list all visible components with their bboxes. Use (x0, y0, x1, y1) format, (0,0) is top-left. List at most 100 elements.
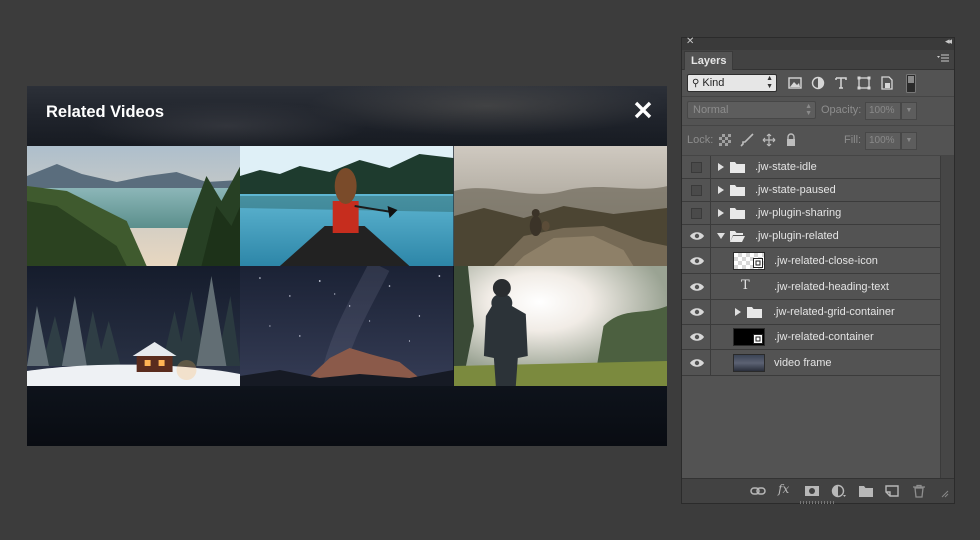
collapse-icon[interactable]: ◂◂ (945, 36, 952, 47)
blend-row: Normal ▲ ▼ Opacity: 100% ▼ (682, 98, 954, 126)
shape-filter-icon[interactable] (856, 75, 872, 91)
related-thumbnail[interactable] (453, 146, 667, 266)
new-layer-icon[interactable] (884, 484, 900, 498)
search-icon: ⚲ (692, 78, 700, 89)
filter-kind-label: Kind (702, 77, 725, 89)
panel-tabbar: Layers (682, 50, 954, 70)
layer-name: .jw-plugin-sharing (755, 207, 842, 219)
eye-icon (690, 358, 704, 367)
eye-icon (690, 282, 704, 291)
lock-pixels-icon[interactable] (740, 133, 754, 147)
related-thumbnail[interactable] (27, 266, 241, 386)
visibility-toggle[interactable] (682, 325, 711, 349)
resize-grip-icon[interactable] (939, 488, 949, 498)
layer-row[interactable]: .jw-state-idle (682, 156, 940, 179)
layer-row[interactable]: T .jw-related-heading-text (682, 274, 940, 300)
lock-position-icon[interactable] (762, 133, 776, 147)
fill-label: Fill: (844, 134, 862, 146)
folder-icon (730, 162, 745, 173)
eye-icon (690, 333, 704, 341)
close-panel-icon[interactable]: ✕ (686, 36, 694, 47)
opacity-dropdown[interactable]: ▼ (901, 102, 917, 120)
related-thumbnail[interactable] (240, 266, 454, 386)
image-filter-icon[interactable] (787, 75, 803, 91)
smart-object-filter-icon[interactable] (879, 75, 895, 91)
layer-row[interactable]: .jw-related-grid-container (682, 300, 940, 325)
expand-arrow-icon[interactable] (717, 162, 725, 172)
related-thumbnail[interactable] (453, 266, 667, 386)
new-group-icon[interactable] (858, 484, 874, 498)
layer-name: .jw-related-grid-container (773, 306, 895, 318)
expand-arrow-icon[interactable] (734, 307, 742, 317)
related-heading: Related Videos (46, 103, 164, 121)
visibility-toggle[interactable] (682, 248, 711, 273)
eye-icon (690, 308, 704, 316)
visibility-toggle[interactable] (682, 300, 711, 324)
expand-arrow-icon[interactable] (717, 208, 725, 218)
layer-row[interactable]: .jw-related-close-icon (682, 248, 940, 274)
panel-menu-icon[interactable] (936, 53, 950, 65)
open-folder-icon (730, 231, 745, 242)
adjustment-filter-icon[interactable] (810, 75, 826, 91)
filter-toggle-icon[interactable] (906, 74, 916, 93)
panel-footer: fx (682, 478, 954, 503)
layer-row[interactable]: .jw-related-container (682, 325, 940, 350)
scrollbar[interactable] (940, 156, 954, 478)
folder-icon (747, 307, 762, 318)
panel-resize-grip[interactable] (800, 501, 834, 504)
trash-icon[interactable] (911, 484, 927, 498)
layers-list: .jw-state-idle .jw-state-paused .jw-plug… (682, 156, 940, 478)
visibility-toggle[interactable] (682, 179, 711, 201)
folder-icon (730, 208, 745, 219)
fill-input[interactable]: 100% (865, 132, 901, 150)
visibility-toggle[interactable] (682, 202, 711, 224)
blend-mode-select[interactable]: Normal ▲ ▼ (687, 101, 816, 119)
related-thumbnail[interactable] (240, 146, 454, 266)
link-icon[interactable] (750, 484, 766, 498)
layer-thumbnail (733, 251, 765, 270)
visibility-toggle[interactable] (682, 274, 711, 299)
chevron-updown-icon: ▲ ▼ (766, 75, 773, 90)
visibility-toggle[interactable] (682, 350, 711, 375)
fx-icon[interactable]: fx (778, 482, 794, 496)
visibility-toggle[interactable] (682, 156, 711, 178)
folder-icon (730, 185, 745, 196)
layer-name: .jw-related-close-icon (774, 254, 878, 267)
video-player: Related Videos (27, 86, 667, 446)
layer-name: .jw-plugin-related (755, 230, 839, 242)
layer-name: .jw-state-idle (755, 161, 817, 173)
fill-dropdown[interactable]: ▼ (901, 132, 917, 150)
opacity-input[interactable]: 100% (865, 102, 901, 120)
layers-panel: ✕ ◂◂ Layers ⚲ Kind ▲ ▼ Normal ▲ ▼ Opacit… (681, 36, 955, 504)
lock-transparency-icon[interactable] (718, 133, 732, 147)
adjustment-icon[interactable] (831, 484, 847, 498)
visibility-toggle[interactable] (682, 225, 711, 247)
layer-thumbnail (733, 353, 765, 372)
chevron-updown-icon: ▲ ▼ (805, 103, 812, 117)
lock-all-icon[interactable] (784, 133, 798, 147)
type-filter-icon[interactable] (833, 75, 849, 91)
expand-arrow-icon[interactable] (717, 185, 725, 195)
tab-layers[interactable]: Layers (684, 51, 734, 70)
mask-icon[interactable] (804, 484, 820, 498)
filter-row: ⚲ Kind ▲ ▼ (682, 71, 954, 97)
related-grid (27, 146, 667, 386)
layer-name: .jw-related-container (774, 331, 874, 343)
layer-name: .jw-related-heading-text (774, 280, 889, 293)
blend-mode-value: Normal (693, 104, 729, 116)
filter-kind-select[interactable]: ⚲ Kind ▲ ▼ (687, 74, 777, 92)
layer-row[interactable]: .jw-plugin-related (682, 225, 940, 248)
smart-object-badge-icon (753, 334, 763, 344)
layer-row[interactable]: .jw-state-paused (682, 179, 940, 202)
opacity-label: Opacity: (821, 104, 862, 116)
layer-thumbnail (733, 328, 765, 346)
lock-row: Lock: Fill: 100% ▼ (682, 126, 954, 156)
related-thumbnail[interactable] (27, 146, 241, 266)
eye-icon (690, 232, 704, 240)
layer-row[interactable]: .jw-plugin-sharing (682, 202, 940, 225)
player-footer (27, 386, 667, 446)
layer-row[interactable]: video frame (682, 350, 940, 376)
collapse-arrow-icon[interactable] (717, 231, 725, 241)
lock-label: Lock: (687, 134, 714, 146)
close-icon[interactable] (633, 100, 653, 120)
